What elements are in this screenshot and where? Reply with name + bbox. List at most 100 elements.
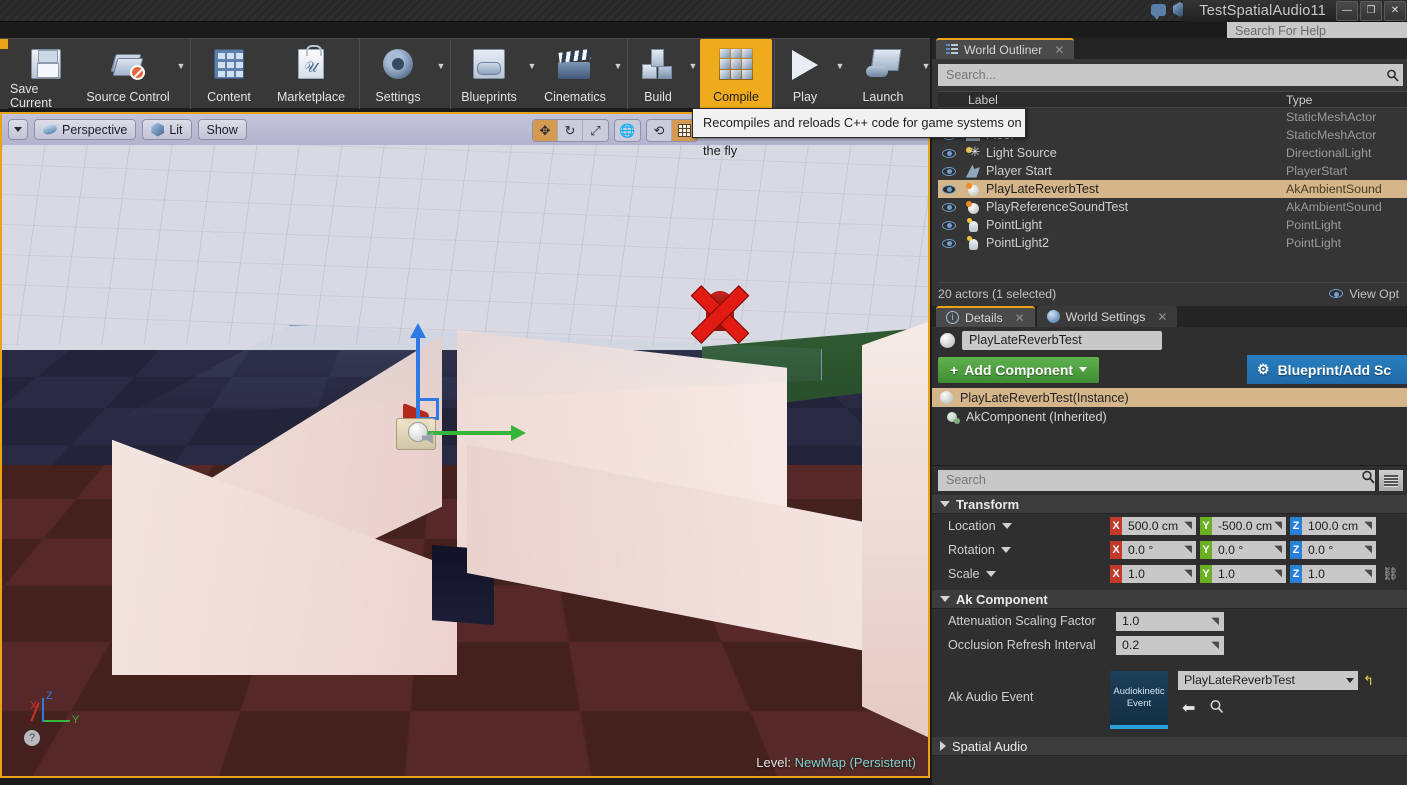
close-icon[interactable]: ✕	[1015, 311, 1025, 325]
reset-to-default-icon[interactable]: ↰	[1363, 673, 1374, 689]
location-z-input[interactable]: 100.0 cm ◥	[1302, 517, 1376, 535]
column-header-type[interactable]: Type	[1286, 92, 1312, 107]
ak-audio-event-dropdown[interactable]: PlayLateReverbTest	[1178, 671, 1358, 690]
close-icon[interactable]: ✕	[1054, 43, 1064, 57]
occlusion-input[interactable]: 0.2 ◥	[1116, 635, 1224, 655]
actor-name-input[interactable]: PlayLateReverbTest	[962, 331, 1162, 350]
tab-details[interactable]: i Details ✕	[936, 306, 1035, 327]
blueprints-button[interactable]: Blueprints	[453, 39, 525, 109]
build-dropdown-icon[interactable]: ▼	[686, 61, 700, 87]
details-view-grid-button[interactable]	[1379, 470, 1403, 491]
viewport-options-button[interactable]	[8, 119, 28, 140]
rotation-label-group[interactable]: Rotation	[932, 543, 1110, 557]
details-search-input[interactable]: Search	[938, 470, 1375, 491]
scale-tool-button[interactable]: ⤢	[583, 120, 608, 141]
gizmo-axis-y[interactable]	[420, 425, 526, 441]
search-icon[interactable]	[1361, 470, 1375, 491]
blueprint-add-script-button[interactable]: ⚙ Blueprint/Add Sc	[1247, 355, 1407, 384]
section-header-transform[interactable]: Transform	[932, 495, 1407, 514]
cinematics-button[interactable]: Cinematics	[539, 39, 611, 109]
instance-icon	[940, 391, 953, 404]
rotation-x: X 0.0 ° ◥	[1110, 541, 1196, 559]
use-selected-asset-icon[interactable]: ⬅	[1182, 698, 1195, 718]
scale-x-input[interactable]: 1.0 ◥	[1122, 565, 1196, 583]
search-icon[interactable]	[1381, 64, 1403, 86]
project-title-tab[interactable]: TestSpatialAudio11	[1183, 0, 1342, 22]
add-component-button[interactable]: + Add Component	[938, 356, 1100, 383]
camera-mode-button[interactable]: Perspective	[34, 119, 137, 140]
browse-asset-icon[interactable]	[1209, 699, 1224, 717]
move-tool-button[interactable]: ✥	[533, 120, 558, 141]
close-button[interactable]: ✕	[1384, 1, 1406, 21]
view-options-button[interactable]: View Opt	[1329, 287, 1407, 301]
play-dropdown-icon[interactable]: ▼	[833, 61, 847, 87]
component-tree-row-akcomponent[interactable]: AkComponent (Inherited)	[932, 407, 1407, 427]
world-space-button[interactable]: 🌐	[615, 120, 640, 141]
table-row[interactable]: Player Start PlayerStart	[938, 162, 1407, 180]
play-button[interactable]: Play	[777, 39, 833, 109]
audiokinetic-event-thumbnail[interactable]: Audiokinetic Event	[1110, 671, 1168, 729]
cinematics-dropdown-icon[interactable]: ▼	[611, 61, 625, 87]
table-row[interactable]: PointLight2 PointLight	[938, 234, 1407, 252]
location-x-input[interactable]: 500.0 cm ◥	[1122, 517, 1196, 535]
level-viewport[interactable]: Z Y X ? Level: NewMap (Persistent) Persp…	[0, 112, 930, 778]
section-header-spatial-audio[interactable]: Spatial Audio	[932, 737, 1407, 756]
content-button[interactable]: Content	[193, 39, 265, 109]
viewport-3d-scene[interactable]: Z Y X ? Level: NewMap (Persistent)	[2, 145, 928, 776]
marketplace-button[interactable]: Marketplace	[265, 39, 357, 109]
table-row-selected[interactable]: PlayLateReverbTest AkAmbientSound	[938, 180, 1407, 198]
marketplace-icon	[291, 45, 331, 82]
table-row[interactable]: Light Source DirectionalLight	[938, 144, 1407, 162]
tab-world-settings[interactable]: World Settings ✕	[1036, 306, 1178, 327]
tab-world-settings-label: World Settings	[1065, 309, 1146, 324]
maximize-button[interactable]: ❐	[1360, 1, 1382, 21]
location-y-input[interactable]: -500.0 cm ◥	[1212, 517, 1286, 535]
visibility-eye-icon[interactable]	[938, 184, 960, 194]
angle-snap-button[interactable]: ⟲	[647, 120, 672, 141]
table-row[interactable]: PlayReferenceSoundTest AkAmbientSound	[938, 198, 1407, 216]
visibility-eye-icon[interactable]	[938, 238, 960, 248]
launch-dropdown-icon[interactable]: ▼	[919, 61, 933, 87]
details-panel: i Details ✕ World Settings ✕ PlayLateRev…	[932, 306, 1407, 785]
settings-button[interactable]: Settings	[362, 39, 434, 109]
attenuation-input[interactable]: 1.0 ◥	[1116, 611, 1224, 631]
visibility-eye-icon[interactable]	[938, 220, 960, 230]
viewport-help-icon[interactable]: ?	[24, 730, 40, 746]
build-button[interactable]: Build	[630, 39, 686, 109]
rotation-x-input[interactable]: 0.0 ° ◥	[1122, 541, 1196, 559]
source-control-dropdown-icon[interactable]: ▼	[174, 61, 188, 87]
chevron-down-icon	[1001, 523, 1012, 529]
save-current-button[interactable]: Save Current	[10, 39, 82, 110]
rotation-y-input[interactable]: 0.0 ° ◥	[1212, 541, 1286, 559]
scale-y-input[interactable]: 1.0 ◥	[1212, 565, 1286, 583]
column-header-label[interactable]: Label	[938, 92, 1286, 107]
transform-gizmo[interactable]	[396, 323, 530, 460]
location-label-group[interactable]: Location	[932, 519, 1110, 533]
launch-button[interactable]: Launch	[847, 39, 919, 109]
visibility-eye-icon[interactable]	[938, 148, 960, 158]
gizmo-plane-handle[interactable]	[417, 398, 439, 420]
visibility-eye-icon[interactable]	[938, 202, 960, 212]
scale-lock-icon[interactable]: ⛓	[1382, 566, 1399, 582]
tab-world-outliner[interactable]: World Outliner ✕	[936, 38, 1075, 59]
disabled-light-marker-icon[interactable]	[688, 283, 752, 345]
compile-button[interactable]: Compile	[700, 39, 772, 109]
show-flags-button[interactable]: Show	[197, 119, 247, 140]
visibility-eye-icon[interactable]	[938, 166, 960, 176]
outliner-icon	[946, 44, 958, 55]
rotate-tool-button[interactable]: ↻	[558, 120, 583, 141]
settings-dropdown-icon[interactable]: ▼	[434, 61, 448, 87]
view-mode-button[interactable]: Lit	[142, 119, 192, 140]
section-header-ak-component[interactable]: Ak Component	[932, 590, 1407, 609]
scale-label-group[interactable]: Scale	[932, 567, 1110, 581]
minimize-button[interactable]: —	[1336, 1, 1358, 21]
chat-icon[interactable]	[1151, 3, 1166, 20]
outliner-search-input[interactable]: Search...	[938, 64, 1381, 86]
blueprints-dropdown-icon[interactable]: ▼	[525, 61, 539, 87]
rotation-z-input[interactable]: 0.0 ° ◥	[1302, 541, 1376, 559]
table-row[interactable]: PointLight PointLight	[938, 216, 1407, 234]
close-icon[interactable]: ✕	[1157, 310, 1167, 324]
source-control-button[interactable]: Source Control	[82, 39, 174, 109]
scale-z-input[interactable]: 1.0 ◥	[1302, 565, 1376, 583]
component-tree-row-instance[interactable]: PlayLateReverbTest(Instance)	[932, 388, 1407, 407]
